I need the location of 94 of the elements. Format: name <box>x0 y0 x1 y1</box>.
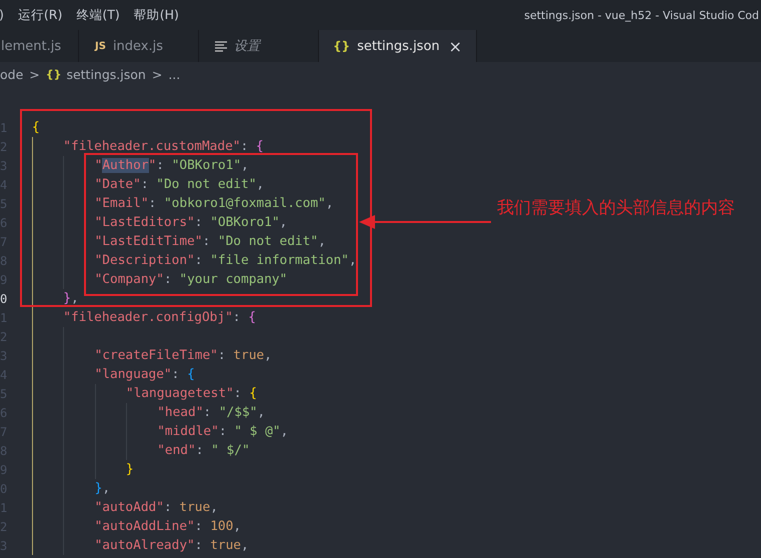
punctuation: : <box>203 405 212 420</box>
json-key: "head" <box>157 405 204 420</box>
json-string: "Do not edit" <box>218 234 318 249</box>
punctuation: : <box>234 386 242 401</box>
json-key: Author <box>102 158 149 173</box>
json-key: "autoAdd" <box>94 500 164 515</box>
editor-tab[interactable]: lement.js <box>0 30 79 62</box>
breadcrumb-separator: > <box>29 66 40 82</box>
menu-item[interactable]: 帮助(H) <box>134 6 179 24</box>
breadcrumb-separator: > <box>152 66 162 82</box>
json-key: "language" <box>94 367 172 382</box>
json-string: "file information" <box>210 253 349 268</box>
punctuation: , <box>241 538 249 553</box>
json-key: "middle" <box>157 424 219 439</box>
list-icon <box>215 40 227 52</box>
punctuation: : <box>148 196 158 211</box>
punctuation: , <box>264 348 272 363</box>
js-file-icon: JS <box>95 40 106 52</box>
json-string: "obkoro1@foxmail.com" <box>164 196 326 211</box>
breadcrumb-item[interactable]: ode <box>0 66 24 82</box>
bracket: } <box>94 481 102 496</box>
punctuation: : <box>164 500 173 515</box>
punctuation: , <box>280 215 288 230</box>
bracket: { <box>248 310 256 325</box>
json-key: "LastEditors" <box>94 215 195 230</box>
punctuation: : <box>172 367 180 382</box>
punctuation: : <box>232 310 242 325</box>
menu-item[interactable]: 运行(R) <box>18 6 62 24</box>
json-string: "OBKoro1" <box>172 158 242 173</box>
punctuation: : <box>218 424 228 439</box>
window-title: settings.json - vue_h52 - Visual Studio Cod <box>524 8 759 22</box>
json-literal: true <box>233 348 264 363</box>
punctuation: , <box>71 291 79 306</box>
json-string: " $ @" <box>234 424 280 439</box>
annotation-text: 我们需要填入的头部信息的内容 <box>497 197 736 220</box>
editor-tab[interactable]: {} settings.json × <box>319 30 478 62</box>
bracket: } <box>126 462 134 477</box>
punctuation: : <box>156 158 165 173</box>
json-key: "createFileTime" <box>94 348 218 363</box>
punctuation: : <box>218 348 227 363</box>
json-string: " $/" <box>211 443 250 458</box>
punctuation: , <box>241 158 249 173</box>
json-literal: 100 <box>210 519 234 534</box>
json-string: "Do not edit" <box>156 177 256 192</box>
bracket: { <box>256 139 264 154</box>
json-key: "Email" <box>94 196 149 211</box>
punctuation: : <box>140 177 150 192</box>
json-key: "Date" <box>94 177 141 192</box>
json-literal: true <box>210 538 242 553</box>
bracket: } <box>63 291 72 306</box>
json-key: "LastEditTime" <box>94 234 202 249</box>
json-string: "OBKoro1" <box>210 215 280 230</box>
punctuation: : <box>194 519 204 534</box>
bracket: { <box>187 367 195 382</box>
json-key: "fileheader.customMade" <box>63 139 240 154</box>
json-key: "languagetest" <box>126 386 234 401</box>
bracket: { <box>249 386 257 401</box>
json-key: "autoAddLine" <box>94 519 195 534</box>
punctuation: , <box>102 481 110 496</box>
punctuation: : <box>164 272 173 287</box>
json-key: " <box>94 158 102 173</box>
json-key: "autoAlready" <box>94 538 195 553</box>
punctuation: , <box>233 519 242 534</box>
close-icon[interactable]: × <box>448 36 462 56</box>
punctuation: : <box>202 234 212 249</box>
menu-item[interactable]: ) <box>0 6 4 24</box>
braces-icon: {} <box>333 39 350 53</box>
punctuation: , <box>326 196 334 211</box>
arrow-icon <box>359 214 491 230</box>
punctuation: : <box>194 253 204 268</box>
line-number: 0 <box>0 292 7 306</box>
punctuation: , <box>257 405 266 420</box>
punctuation: , <box>256 177 264 192</box>
json-key: "end" <box>157 443 196 458</box>
punctuation: , <box>318 234 326 249</box>
punctuation: , <box>348 253 357 268</box>
json-string: "/$$" <box>218 405 258 420</box>
menu-item[interactable]: 终端(T) <box>76 6 120 24</box>
json-key: "Description" <box>94 253 195 268</box>
json-key: "fileheader.configObj" <box>63 310 233 325</box>
breadcrumb-item[interactable]: ... <box>168 66 180 82</box>
punctuation: : <box>194 215 204 230</box>
json-string: "your company" <box>179 272 288 287</box>
punctuation: : <box>240 139 250 154</box>
punctuation: : <box>194 538 204 553</box>
bracket: { <box>32 120 40 135</box>
punctuation: , <box>210 500 218 515</box>
punctuation: : <box>196 443 204 458</box>
punctuation: , <box>280 424 288 439</box>
json-key: " <box>148 158 156 173</box>
breadcrumb-item[interactable]: settings.json <box>66 66 146 82</box>
braces-icon: {} <box>46 68 62 80</box>
json-key: "Company" <box>94 272 164 287</box>
json-literal: true <box>179 500 210 515</box>
